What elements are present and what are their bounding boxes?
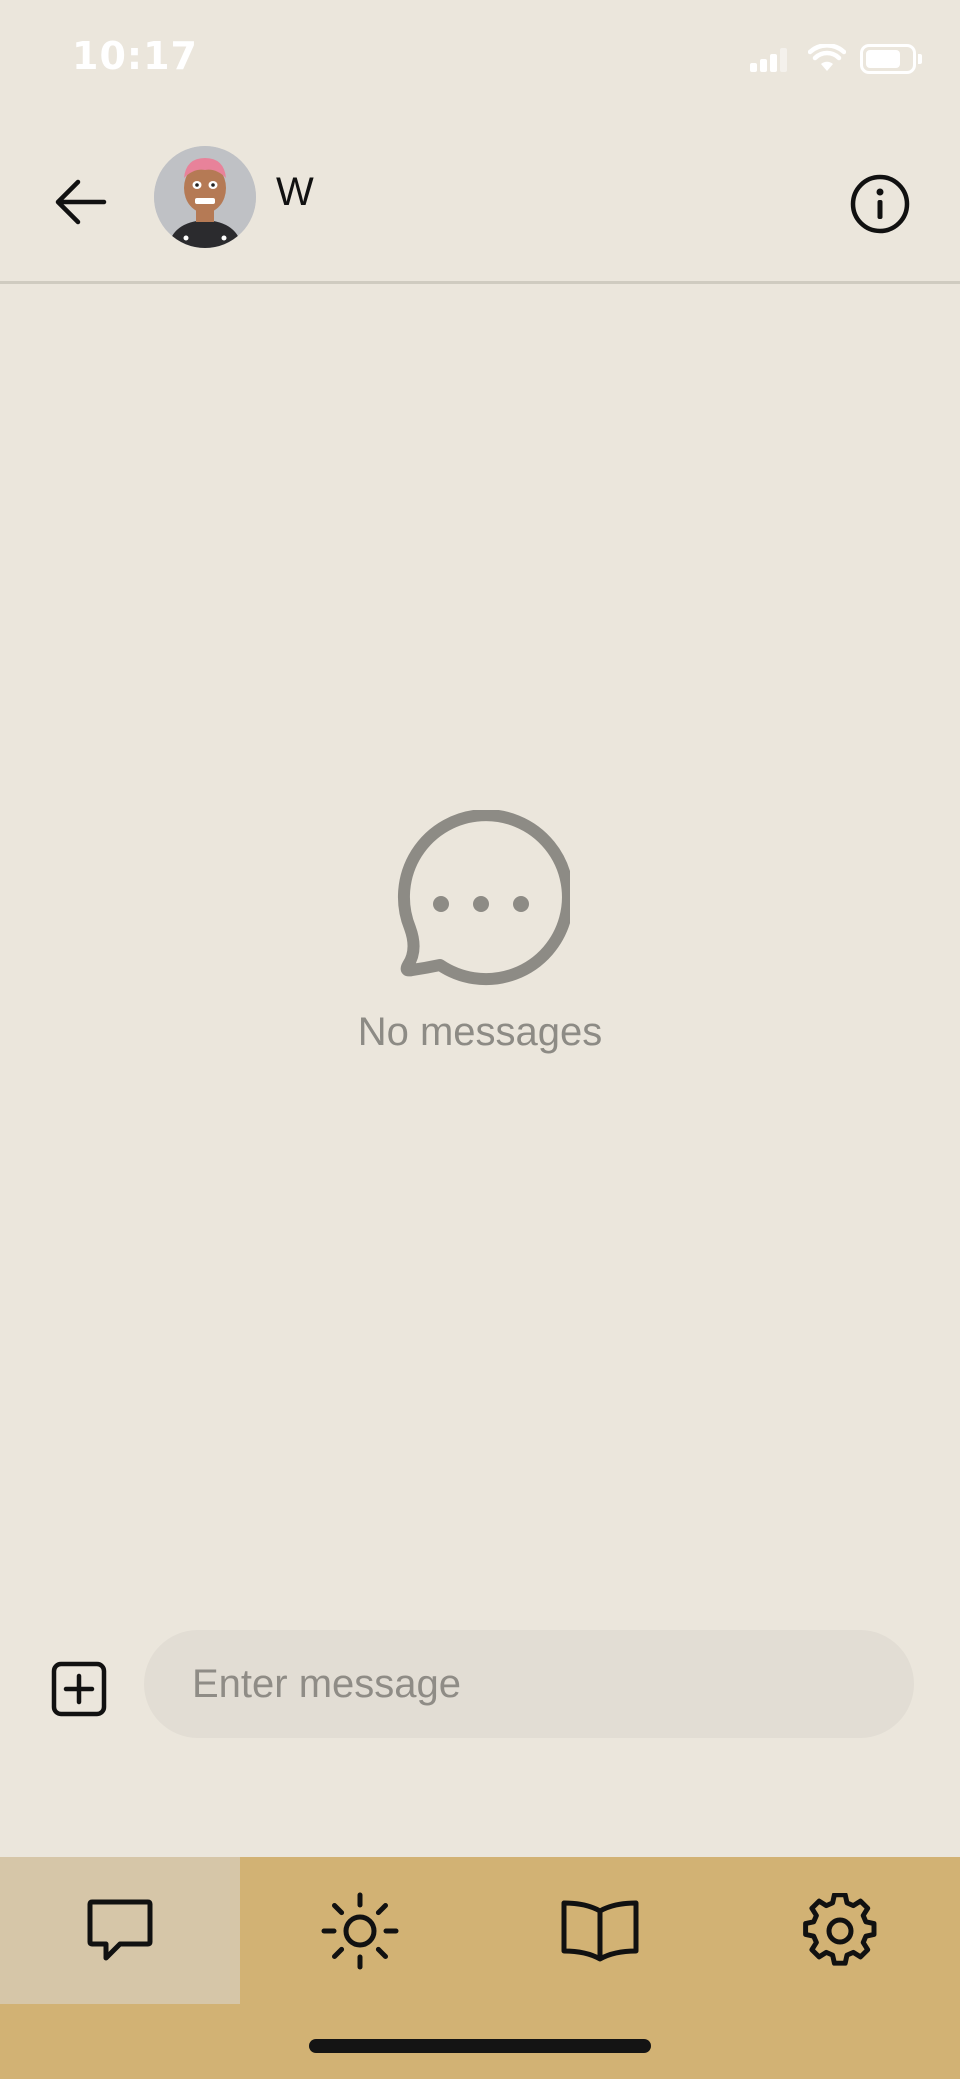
home-indicator[interactable] [309, 2039, 651, 2053]
info-button[interactable] [842, 166, 918, 242]
chat-header: W [0, 130, 960, 282]
cellular-signal-icon [750, 48, 790, 72]
no-messages-label: No messages [357, 1010, 603, 1054]
status-bar: 10:17 [0, 0, 960, 120]
tab-daily[interactable] [240, 1857, 480, 2004]
wifi-icon [807, 43, 847, 74]
chat-bubble-dots-icon [390, 809, 574, 994]
tab-library[interactable] [480, 1857, 720, 2004]
back-button[interactable] [44, 166, 116, 238]
status-time: 10:17 [72, 34, 198, 78]
contact-avatar[interactable] [154, 146, 256, 248]
empty-state: No messages [0, 809, 960, 1070]
message-composer [0, 1628, 960, 1740]
bottom-tab-bar [0, 1857, 960, 2079]
tab-settings[interactable] [720, 1857, 960, 2004]
sun-icon [321, 1892, 399, 1969]
book-icon [561, 1900, 639, 1961]
header-divider [0, 281, 960, 284]
plus-square-icon [51, 1661, 107, 1717]
arrow-left-icon [55, 179, 107, 225]
chat-screen: 10:17 W No messages Enter message [0, 0, 960, 2079]
tab-messages[interactable] [0, 1857, 240, 2004]
info-circle-icon [850, 174, 910, 234]
message-input[interactable] [144, 1630, 914, 1738]
chat-icon [87, 1899, 153, 1960]
gear-icon [803, 1892, 877, 1966]
battery-icon [860, 44, 922, 74]
contact-name[interactable]: W [276, 170, 314, 215]
add-attachment-button[interactable] [46, 1656, 112, 1722]
